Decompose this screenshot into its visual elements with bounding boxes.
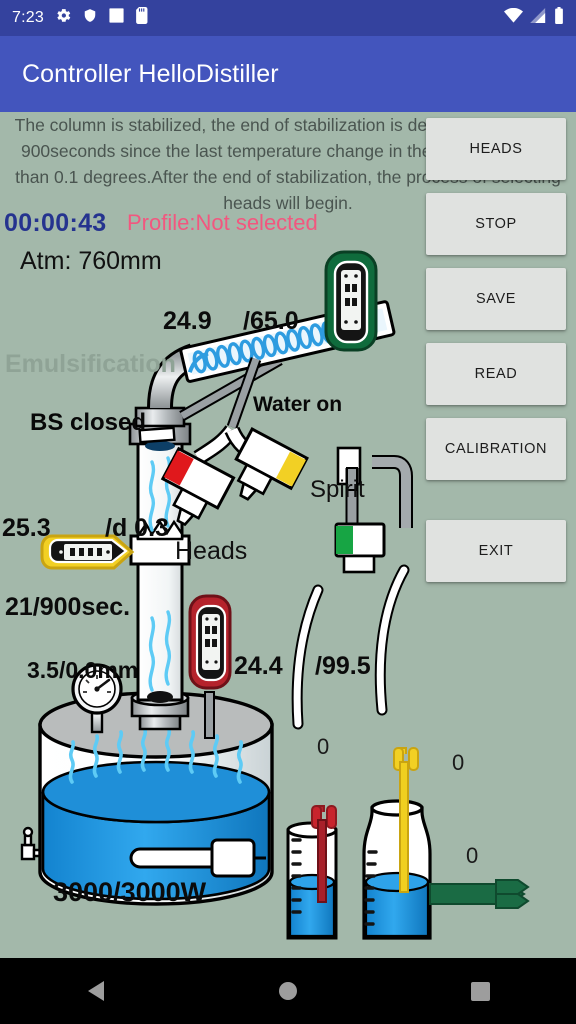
spirit-label: Spirit	[310, 476, 365, 503]
water-status: Water on	[253, 393, 343, 416]
flow-sensor-icon	[429, 879, 530, 909]
heads-receiver	[286, 805, 338, 940]
android-status-bar: 7:23	[0, 0, 576, 36]
status-bar-right-group	[504, 7, 564, 29]
output-tubes	[291, 564, 410, 730]
cube-temperature-value: 24.4	[234, 652, 283, 680]
top-temperature-value: 24.9	[163, 307, 212, 335]
wifi-icon	[504, 7, 523, 28]
flow-counter: 0	[466, 843, 479, 868]
spirit-volume-counter: 0	[452, 750, 465, 775]
back-button[interactable]	[36, 958, 156, 1024]
heads-label: Heads	[175, 537, 248, 565]
cell-signal-icon	[530, 8, 547, 28]
read-button[interactable]: READ	[426, 343, 566, 405]
action-button-panel: HEADS STOP SAVE READ CALIBRATION EXIT	[426, 118, 566, 582]
recents-button[interactable]	[420, 958, 540, 1024]
home-circle-icon	[279, 982, 297, 1000]
exit-button[interactable]: EXIT	[426, 520, 566, 582]
home-button[interactable]	[228, 958, 348, 1024]
column-temperature-delta: /d 0.3	[105, 514, 169, 542]
calibration-button[interactable]: CALIBRATION	[426, 418, 566, 480]
page-title: Controller HelloDistiller	[22, 59, 279, 88]
sd-card-icon	[136, 7, 149, 29]
emulsification-status: Emulsification	[5, 350, 176, 378]
heads-volume-counter: 0	[317, 734, 330, 759]
main-content: The column is stabilized, the end of sta…	[0, 112, 576, 958]
cube-temperature-setpoint: /99.5	[315, 652, 371, 680]
heads-button[interactable]: HEADS	[426, 118, 566, 180]
recents-square-icon	[470, 981, 490, 1001]
power-reading: 3000/3000W	[53, 877, 207, 907]
app-bar: Controller HelloDistiller	[0, 36, 576, 112]
top-temperature-setpoint: /65.0	[243, 307, 299, 335]
column-temperature-value: 25.3	[2, 514, 51, 542]
back-triangle-icon	[88, 981, 104, 1001]
save-button[interactable]: SAVE	[426, 268, 566, 330]
bs-valve-status: BS closed	[30, 409, 147, 436]
atm-pressure-reading: Atm: 760mm	[20, 247, 162, 275]
status-bar-left-group: 7:23	[12, 7, 149, 29]
battery-icon	[554, 7, 564, 29]
status-bar-clock: 7:23	[12, 9, 44, 26]
spirit-receiver	[362, 747, 432, 940]
android-navigation-bar	[0, 958, 576, 1024]
shield-icon	[83, 7, 97, 29]
pressure-reading: 3.5/0.0mm	[27, 657, 139, 683]
stop-button[interactable]: STOP	[426, 193, 566, 255]
gear-icon	[55, 7, 72, 29]
stabilization-counter: 21/900sec.	[5, 593, 131, 621]
square-icon	[108, 7, 125, 29]
